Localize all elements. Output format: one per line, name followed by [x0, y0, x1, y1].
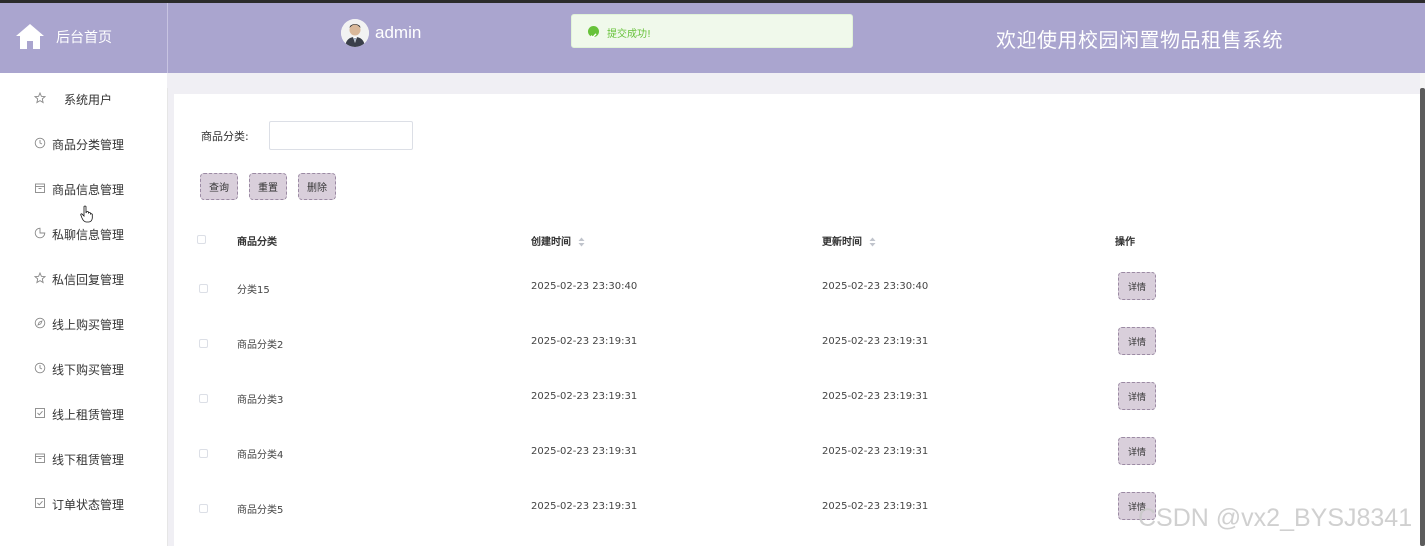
- system-title: 欢迎使用校园闲置物品租售系统: [996, 28, 1283, 52]
- home-link[interactable]: 后台首页: [0, 3, 168, 73]
- category-filter-label: 商品分类:: [201, 130, 249, 143]
- app-frame: 后台首页 admin 提交成功! 欢迎使用校园闲置物品租售系统 系统用户 商品分…: [0, 0, 1425, 546]
- hand-cursor-icon: [80, 205, 93, 223]
- table-row: 商品分类2 2025-02-23 23:19:31 2025-02-23 23:…: [174, 316, 1420, 371]
- detail-button[interactable]: 详情: [1118, 327, 1156, 355]
- check-circle-icon: [588, 26, 599, 39]
- cell-created: 2025-02-23 23:19:31: [531, 391, 638, 402]
- check-square-icon: [35, 408, 45, 418]
- row-checkbox[interactable]: [199, 339, 208, 348]
- check-square-icon: [35, 498, 45, 508]
- sidebar-item-message-reply[interactable]: 私信回复管理: [0, 258, 167, 298]
- sidebar-item-offline-rental[interactable]: 线下租赁管理: [0, 438, 167, 478]
- sidebar-item-offline-purchase[interactable]: 线下购买管理: [0, 348, 167, 388]
- table-row: 分类15 2025-02-23 23:30:40 2025-02-23 23:3…: [174, 261, 1420, 316]
- sidebar-item-label: 商品分类管理: [52, 138, 125, 152]
- detail-button[interactable]: 详情: [1118, 382, 1156, 410]
- sidebar-item-label: 商品信息管理: [52, 183, 125, 197]
- success-toast: 提交成功!: [571, 14, 853, 48]
- cell-created: 2025-02-23 23:30:40: [531, 281, 638, 292]
- sidebar-item-label: 私信回复管理: [52, 273, 125, 287]
- user-avatar-icon: [341, 19, 369, 47]
- star-icon: [34, 92, 46, 104]
- delete-button[interactable]: 删除: [298, 173, 336, 200]
- column-header-label: 创建时间: [531, 237, 571, 248]
- watermark: CSDN @vx2_BYSJ8341: [1138, 504, 1413, 532]
- content-top-strip: [167, 73, 1425, 88]
- box-icon: [35, 453, 45, 463]
- reset-button[interactable]: 重置: [249, 173, 287, 200]
- username[interactable]: admin: [375, 23, 421, 43]
- compass-icon: [34, 317, 46, 329]
- row-checkbox[interactable]: [199, 394, 208, 403]
- table-row: 商品分类4 2025-02-23 23:19:31 2025-02-23 23:…: [174, 426, 1420, 481]
- table-row: 商品分类3 2025-02-23 23:19:31 2025-02-23 23:…: [174, 371, 1420, 426]
- cell-created: 2025-02-23 23:19:31: [531, 501, 638, 512]
- header-bar: 后台首页 admin 提交成功! 欢迎使用校园闲置物品租售系统: [0, 3, 1425, 73]
- sidebar-item-label: 线下购买管理: [52, 363, 125, 377]
- row-checkbox[interactable]: [199, 284, 208, 293]
- sidebar-item-label: 线上租赁管理: [52, 408, 125, 422]
- column-header-category: 商品分类: [237, 237, 277, 248]
- category-filter-input[interactable]: [269, 121, 413, 150]
- table-header: 商品分类 创建时间 更新时间 操作: [174, 224, 1420, 254]
- sort-icon[interactable]: [578, 237, 585, 247]
- clock-icon: [34, 137, 46, 149]
- cell-created: 2025-02-23 23:19:31: [531, 446, 638, 457]
- row-checkbox[interactable]: [199, 504, 208, 513]
- toast-message: 提交成功!: [607, 29, 652, 40]
- content-panel: 商品分类: 查询 重置 删除 商品分类 创建时间 更新时间 操作 分类15 20…: [174, 94, 1420, 546]
- sidebar-item-label: 系统用户: [64, 93, 113, 107]
- home-icon: [16, 24, 44, 49]
- sidebar-item-order-status[interactable]: 订单状态管理: [0, 483, 167, 523]
- star-icon: [34, 272, 46, 284]
- detail-button[interactable]: 详情: [1118, 272, 1156, 300]
- cell-category: 商品分类3: [237, 395, 284, 406]
- home-label: 后台首页: [56, 30, 112, 46]
- clock-icon: [34, 362, 46, 374]
- box-icon: [35, 183, 45, 193]
- scrollbar-thumb[interactable]: [1420, 88, 1425, 546]
- sidebar-item-system-users[interactable]: 系统用户: [0, 78, 167, 118]
- sidebar-item-goods-info[interactable]: 商品信息管理: [0, 168, 167, 208]
- sidebar-item-category[interactable]: 商品分类管理: [0, 123, 167, 163]
- cell-updated: 2025-02-23 23:30:40: [822, 281, 929, 292]
- cell-category: 商品分类2: [237, 340, 284, 351]
- pie-icon: [34, 227, 46, 239]
- query-button[interactable]: 查询: [200, 173, 238, 200]
- column-header-created[interactable]: 创建时间: [531, 233, 585, 248]
- select-all-checkbox[interactable]: [197, 235, 206, 244]
- cell-category: 商品分类5: [237, 505, 284, 516]
- detail-button[interactable]: 详情: [1118, 437, 1156, 465]
- column-header-updated[interactable]: 更新时间: [822, 233, 876, 248]
- column-header-label: 更新时间: [822, 237, 862, 248]
- cell-updated: 2025-02-23 23:19:31: [822, 501, 929, 512]
- cell-updated: 2025-02-23 23:19:31: [822, 391, 929, 402]
- sidebar-item-label: 订单状态管理: [52, 498, 125, 512]
- sidebar-item-label: 线下租赁管理: [52, 453, 125, 467]
- avatar[interactable]: [341, 19, 369, 47]
- cell-created: 2025-02-23 23:19:31: [531, 336, 638, 347]
- sidebar-item-label: 线上购买管理: [52, 318, 125, 332]
- row-checkbox[interactable]: [199, 449, 208, 458]
- column-header-actions: 操作: [1115, 237, 1135, 248]
- sidebar-item-online-purchase[interactable]: 线上购买管理: [0, 303, 167, 343]
- cell-category: 分类15: [237, 285, 270, 296]
- cell-category: 商品分类4: [237, 450, 284, 461]
- sort-icon[interactable]: [869, 237, 876, 247]
- cell-updated: 2025-02-23 23:19:31: [822, 336, 929, 347]
- sidebar: 系统用户 商品分类管理 商品信息管理 私聊信息管理 私信回复管理 线上购买管理 …: [0, 73, 168, 546]
- sidebar-item-online-rental[interactable]: 线上租赁管理: [0, 393, 167, 433]
- sidebar-item-label: 私聊信息管理: [52, 228, 125, 242]
- cell-updated: 2025-02-23 23:19:31: [822, 446, 929, 457]
